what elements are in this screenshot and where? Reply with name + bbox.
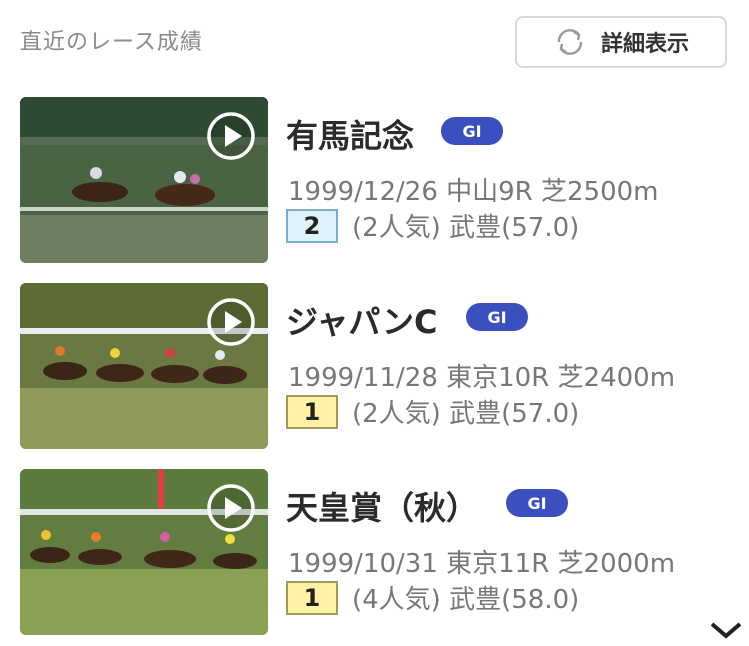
finish-position: 1: [286, 394, 338, 429]
play-icon[interactable]: [206, 297, 256, 347]
play-icon[interactable]: [206, 483, 256, 533]
race-video-thumbnail[interactable]: [20, 469, 268, 635]
race-video-thumbnail[interactable]: [20, 283, 268, 449]
race-name[interactable]: ジャパンC: [286, 297, 438, 343]
recent-races-panel: 直近のレース成績 詳細表示 有馬記念 GI 1999/12/26 中山9R 芝2…: [0, 0, 749, 646]
race-result: 1 (4人気) 武豊(58.0): [286, 579, 579, 616]
race-result: 1 (2人気) 武豊(57.0): [286, 393, 579, 430]
race-distance: 芝2500m: [541, 177, 659, 207]
race-info: 1999/10/31 東京11R 芝2000m: [288, 543, 675, 580]
finish-position: 1: [286, 580, 338, 615]
popularity-jockey: (4人気) 武豊(58.0): [352, 579, 579, 616]
race-distance: 芝2000m: [557, 549, 676, 579]
chevron-down-icon[interactable]: [708, 618, 744, 642]
race-info: 1999/11/28 東京10R 芝2400m: [288, 357, 675, 394]
popularity: (2人気): [352, 399, 441, 429]
race-video-thumbnail[interactable]: [20, 97, 268, 263]
race-name[interactable]: 有馬記念: [286, 111, 414, 157]
race-distance: 芝2400m: [557, 363, 676, 393]
play-icon[interactable]: [206, 111, 256, 161]
detail-view-button[interactable]: 詳細表示: [515, 16, 727, 68]
grade-badge: GI: [441, 117, 503, 145]
grade-badge: GI: [466, 303, 528, 331]
section-title: 直近のレース成績: [20, 30, 203, 55]
race-date: 1999/11/28: [288, 363, 438, 393]
grade-badge: GI: [506, 489, 568, 517]
race-result: 2 (2人気) 武豊(57.0): [286, 207, 579, 244]
race-info: 1999/12/26 中山9R 芝2500m: [288, 171, 659, 208]
race-date: 1999/12/26: [288, 177, 438, 207]
finish-position: 2: [286, 208, 338, 243]
race-item[interactable]: ジャパンC GI 1999/11/28 東京10R 芝2400m 1 (2人気)…: [20, 283, 740, 449]
race-item[interactable]: 天皇賞（秋） GI 1999/10/31 東京11R 芝2000m 1 (4人気…: [20, 469, 740, 635]
race-course: 中山9R: [446, 177, 533, 207]
jockey-weight: 武豊(57.0): [449, 399, 580, 429]
popularity-jockey: (2人気) 武豊(57.0): [352, 207, 579, 244]
popularity: (2人気): [352, 213, 441, 243]
jockey-weight: 武豊(58.0): [449, 585, 580, 615]
race-course: 東京10R: [446, 363, 550, 393]
jockey-weight: 武豊(57.0): [449, 213, 580, 243]
race-item[interactable]: 有馬記念 GI 1999/12/26 中山9R 芝2500m 2 (2人気) 武…: [20, 97, 740, 263]
popularity: (4人気): [352, 585, 441, 615]
detail-view-label: 詳細表示: [600, 32, 689, 57]
race-date: 1999/10/31: [288, 549, 438, 579]
popularity-jockey: (2人気) 武豊(57.0): [352, 393, 579, 430]
refresh-icon: [553, 25, 587, 59]
race-name[interactable]: 天皇賞（秋）: [286, 483, 478, 529]
race-course: 東京11R: [446, 549, 550, 579]
